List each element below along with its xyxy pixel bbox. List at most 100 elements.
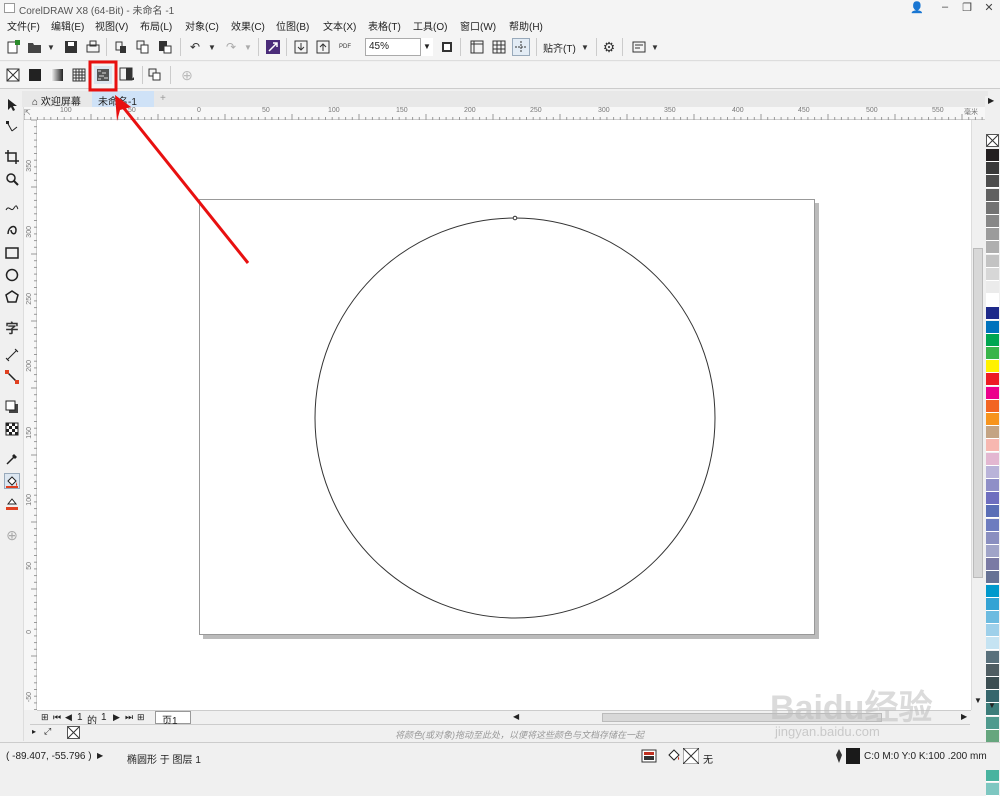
palette-color-swatch[interactable] xyxy=(986,597,999,611)
scroll-left-icon[interactable]: ◀ xyxy=(513,712,519,721)
palette-color-swatch[interactable] xyxy=(986,584,999,598)
palette-color-swatch[interactable] xyxy=(986,162,999,176)
save-icon[interactable] xyxy=(62,38,80,56)
postscript-fill-icon[interactable] xyxy=(118,66,136,84)
redo-icon[interactable]: ↷ xyxy=(222,38,240,56)
vertical-ruler[interactable]: 350 300 250 200 150 100 50 0 -50 xyxy=(24,120,37,710)
palette-color-swatch[interactable] xyxy=(986,769,999,783)
publish-pdf-icon[interactable]: PDF xyxy=(336,38,354,56)
no-fill-icon[interactable] xyxy=(4,66,22,84)
horizontal-ruler[interactable]: ⇱ 100 50 0 50 100 150 200 250 300 350 40… xyxy=(24,107,988,120)
palette-color-swatch[interactable] xyxy=(986,347,999,360)
print-icon[interactable] xyxy=(84,38,102,56)
palette-color-swatch[interactable] xyxy=(986,294,999,308)
add-page-before-icon[interactable]: ⊞ xyxy=(41,712,49,723)
palette-color-swatch[interactable] xyxy=(986,188,999,202)
palette-color-swatch[interactable] xyxy=(986,175,999,189)
palette-scroll-down-icon[interactable]: ▼ xyxy=(988,701,996,710)
palette-color-swatch[interactable] xyxy=(986,782,999,796)
palette-color-swatch[interactable] xyxy=(986,650,999,664)
menu-object[interactable]: 对象(C) xyxy=(185,18,219,33)
parallel-dimension-tool-icon[interactable] xyxy=(4,347,20,363)
text-tool-icon[interactable]: 字 xyxy=(4,319,20,336)
restore-button[interactable]: ❐ xyxy=(958,1,976,14)
menu-layout[interactable]: 布局(L) xyxy=(140,18,172,33)
zoom-dropdown-icon[interactable]: ▼ xyxy=(420,38,433,56)
palette-color-swatch[interactable] xyxy=(986,267,999,281)
new-document-icon[interactable] xyxy=(4,38,22,56)
palette-color-swatch[interactable] xyxy=(986,729,999,743)
palette-color-swatch[interactable] xyxy=(986,281,999,294)
add-page-after-icon[interactable]: ⊞ xyxy=(137,712,145,723)
uniform-fill-icon[interactable] xyxy=(26,66,44,84)
menu-help[interactable]: 帮助(H) xyxy=(509,18,543,33)
status-expand-icon[interactable]: ▶ xyxy=(97,751,103,760)
scroll-right-icon[interactable]: ▶ xyxy=(961,712,967,721)
palette-color-swatch[interactable] xyxy=(986,254,999,268)
vertical-scrollbar[interactable]: ▼ xyxy=(971,120,983,710)
palette-color-swatch[interactable] xyxy=(986,373,999,387)
texture-fill-icon[interactable] xyxy=(94,66,112,84)
tab-document[interactable]: 未命名-1 xyxy=(92,91,154,108)
document-page[interactable] xyxy=(199,199,815,635)
full-screen-icon[interactable] xyxy=(438,38,456,56)
undo-dropdown-icon[interactable]: ▼ xyxy=(203,38,221,56)
next-page-icon[interactable]: ▶ xyxy=(113,712,120,723)
palette-color-swatch[interactable] xyxy=(986,637,999,651)
pattern-fill-icon[interactable] xyxy=(70,66,88,84)
palette-color-swatch[interactable] xyxy=(986,228,999,242)
options-gear-icon[interactable]: ⚙ xyxy=(600,38,618,56)
palette-color-swatch[interactable] xyxy=(986,413,999,426)
paste-icon[interactable] xyxy=(156,38,174,56)
menu-window[interactable]: 窗口(W) xyxy=(460,18,496,33)
palette-color-swatch[interactable] xyxy=(986,149,999,162)
palette-color-swatch[interactable] xyxy=(986,611,999,624)
palette-color-swatch[interactable] xyxy=(986,241,999,255)
snap-to-dropdown[interactable]: 贴齐(T) xyxy=(543,40,576,55)
palette-color-swatch[interactable] xyxy=(986,663,999,677)
artistic-media-tool-icon[interactable] xyxy=(4,221,20,237)
palette-color-swatch[interactable] xyxy=(986,360,999,374)
menu-table[interactable]: 表格(T) xyxy=(368,18,401,33)
palette-color-swatch[interactable] xyxy=(986,452,999,466)
palette-color-swatch[interactable] xyxy=(986,492,999,506)
import-icon[interactable] xyxy=(292,38,310,56)
pick-tool-icon[interactable] xyxy=(4,97,20,113)
search-content-icon[interactable] xyxy=(264,38,282,56)
first-page-icon[interactable]: ⏮ xyxy=(53,712,61,723)
account-icon[interactable]: 👤 xyxy=(908,1,926,14)
palette-color-swatch[interactable] xyxy=(986,716,999,730)
docker-expand-icon[interactable]: ▸ xyxy=(32,727,36,736)
scroll-down-icon[interactable]: ▼ xyxy=(974,696,982,705)
vertical-scroll-thumb[interactable] xyxy=(973,248,983,578)
menu-text[interactable]: 文本(X) xyxy=(323,18,356,33)
palette-color-swatch[interactable] xyxy=(986,201,999,215)
palette-color-swatch[interactable] xyxy=(986,677,999,690)
copy-fill-icon[interactable] xyxy=(146,66,164,84)
fountain-fill-icon[interactable] xyxy=(48,66,66,84)
last-page-icon[interactable]: ⏭ xyxy=(125,712,133,723)
tab-welcome-screen[interactable]: ⌂ 欢迎屏幕 xyxy=(26,91,96,108)
smart-fill-tool-icon[interactable] xyxy=(4,495,20,511)
eyedropper-tool-icon[interactable] xyxy=(4,451,20,467)
docker-no-color-swatch[interactable] xyxy=(67,726,80,739)
palette-color-swatch[interactable] xyxy=(986,518,999,532)
palette-color-swatch[interactable] xyxy=(986,320,999,334)
palette-color-swatch[interactable] xyxy=(986,505,999,519)
palette-color-swatch[interactable] xyxy=(986,399,999,413)
cut-icon[interactable] xyxy=(112,38,130,56)
menu-tools[interactable]: 工具(O) xyxy=(413,18,447,33)
show-grid-icon[interactable] xyxy=(490,38,508,56)
palette-color-swatch[interactable] xyxy=(986,386,999,400)
previous-page-icon[interactable]: ◀ xyxy=(65,712,72,723)
menu-view[interactable]: 视图(V) xyxy=(95,18,128,33)
palette-color-swatch[interactable] xyxy=(986,333,999,347)
palette-color-swatch[interactable] xyxy=(986,624,999,638)
menu-effects[interactable]: 效果(C) xyxy=(231,18,265,33)
menu-bitmaps[interactable]: 位图(B) xyxy=(276,18,309,33)
fill-none-swatch[interactable] xyxy=(682,747,700,767)
show-guidelines-icon[interactable] xyxy=(512,38,530,56)
undo-icon[interactable]: ↶ xyxy=(186,38,204,56)
ellipse-tool-icon[interactable] xyxy=(4,267,20,283)
freehand-tool-icon[interactable] xyxy=(4,199,20,215)
